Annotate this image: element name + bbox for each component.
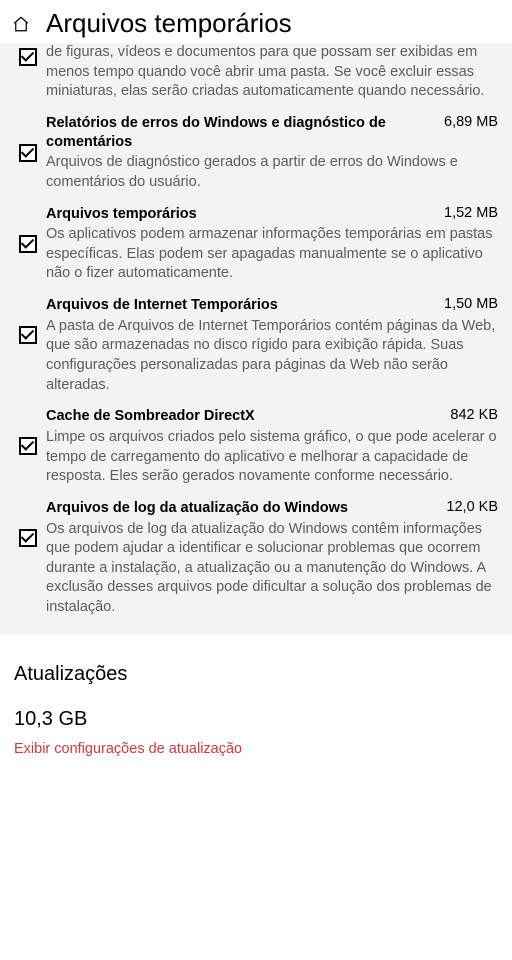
- item-size: 12,0 KB: [446, 499, 498, 515]
- list-item: Arquivos de Internet Temporários 1,50 MB…: [10, 284, 502, 395]
- list-item: de figuras, vídeos e documentos para que…: [10, 43, 502, 102]
- updates-section: Atualizações 10,3 GB Exibir configuraçõe…: [0, 635, 512, 777]
- list-item: Arquivos temporários 1,52 MB Os aplicati…: [10, 193, 502, 285]
- temp-files-list: de figuras, vídeos e documentos para que…: [0, 43, 512, 635]
- list-item: Relatórios de erros do Windows e diagnós…: [10, 102, 502, 193]
- item-desc: Limpe os arquivos criados pelo sistema g…: [46, 428, 498, 487]
- item-size: 6,89 MB: [444, 114, 498, 130]
- item-desc: A pasta de Arquivos de Internet Temporár…: [46, 317, 498, 395]
- item-desc: Arquivos de diagnóstico gerados a partir…: [46, 153, 498, 192]
- item-size: 842 KB: [450, 407, 498, 423]
- list-item: Cache de Sombreador DirectX 842 KB Limpe…: [10, 395, 502, 487]
- item-title: Arquivos temporários: [46, 205, 197, 224]
- item-checkbox[interactable]: [19, 48, 37, 66]
- item-checkbox[interactable]: [19, 326, 37, 344]
- home-icon[interactable]: [12, 15, 30, 33]
- updates-size: 10,3 GB: [14, 708, 498, 731]
- item-title: Arquivos de log da atualização do Window…: [46, 499, 348, 518]
- header: Arquivos temporários: [0, 0, 512, 43]
- item-desc: Os arquivos de log da atualização do Win…: [46, 520, 498, 618]
- item-desc: Os aplicativos podem armazenar informaçõ…: [46, 225, 498, 284]
- item-title: Cache de Sombreador DirectX: [46, 407, 255, 426]
- item-checkbox[interactable]: [19, 144, 37, 162]
- item-title: Arquivos de Internet Temporários: [46, 296, 278, 315]
- updates-settings-link[interactable]: Exibir configurações de atualização: [14, 741, 498, 757]
- list-item: Arquivos de log da atualização do Window…: [10, 487, 502, 618]
- item-size: 1,50 MB: [444, 296, 498, 312]
- item-size: 1,52 MB: [444, 205, 498, 221]
- item-checkbox[interactable]: [19, 437, 37, 455]
- item-desc: de figuras, vídeos e documentos para que…: [46, 43, 498, 102]
- updates-heading: Atualizações: [14, 663, 498, 686]
- item-title: Relatórios de erros do Windows e diagnós…: [46, 114, 430, 152]
- page-title: Arquivos temporários: [46, 8, 292, 39]
- item-checkbox[interactable]: [19, 235, 37, 253]
- item-checkbox[interactable]: [19, 529, 37, 547]
